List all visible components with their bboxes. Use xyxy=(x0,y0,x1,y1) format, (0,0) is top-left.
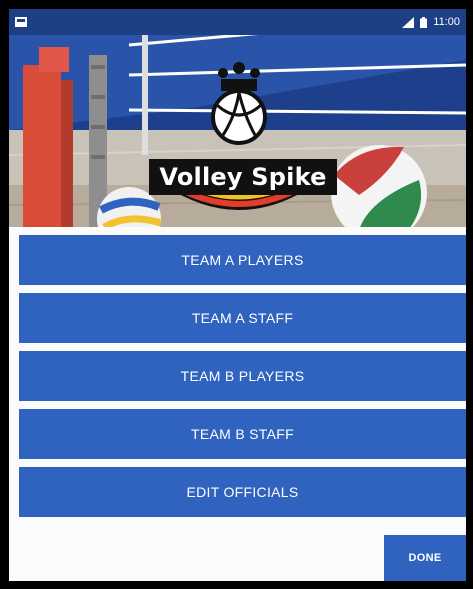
app-notification-icon xyxy=(15,17,27,27)
team-b-staff-button[interactable]: TEAM B STAFF xyxy=(19,409,466,459)
team-a-staff-button[interactable]: TEAM A STAFF xyxy=(19,293,466,343)
status-time: 11:00 xyxy=(433,16,460,28)
battery-icon xyxy=(420,16,428,28)
status-bar: 11:00 xyxy=(9,9,466,35)
team-b-players-button[interactable]: TEAM B PLAYERS xyxy=(19,351,466,401)
app-logo-title: Volley Spike xyxy=(149,159,337,195)
done-button[interactable]: DONE xyxy=(384,535,466,581)
signal-icon xyxy=(402,16,415,28)
header-banner: Volley Spike xyxy=(9,35,466,227)
main-menu: TEAM A PLAYERS TEAM A STAFF TEAM B PLAYE… xyxy=(19,235,466,525)
edit-officials-button[interactable]: EDIT OFFICIALS xyxy=(19,467,466,517)
team-a-players-button[interactable]: TEAM A PLAYERS xyxy=(19,235,466,285)
app-screen: 11:00 Volley Spike TEAM A PLAYERS TEAM A… xyxy=(9,9,466,581)
